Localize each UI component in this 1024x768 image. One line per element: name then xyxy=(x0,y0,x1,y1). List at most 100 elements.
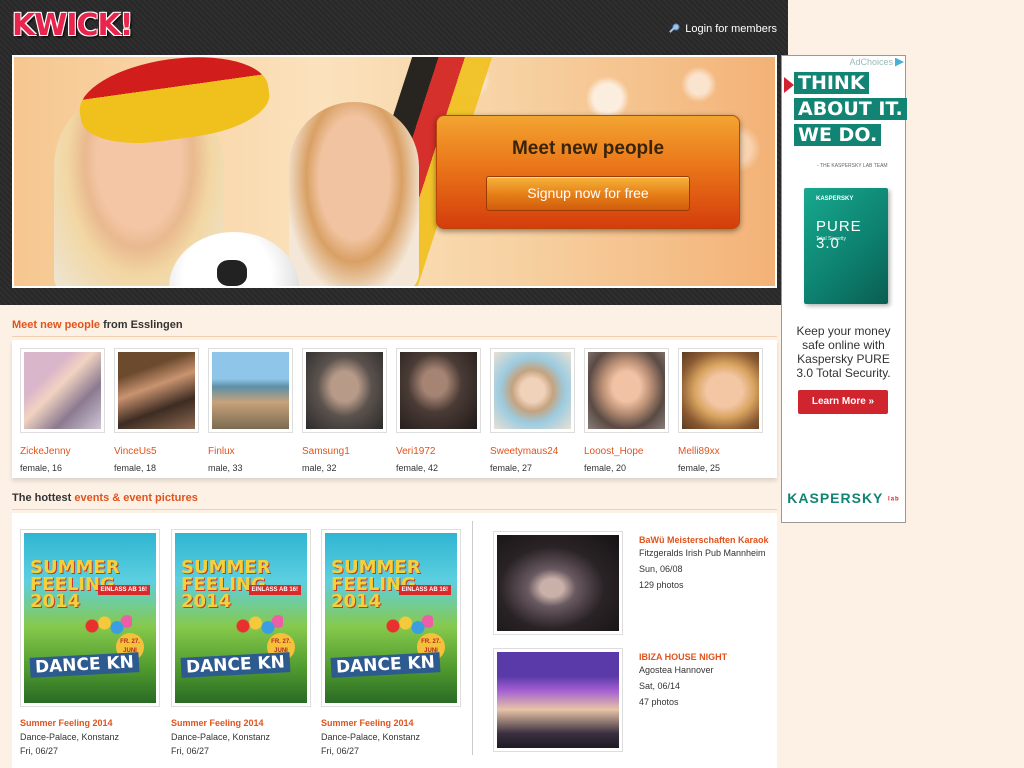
people-title-highlight: Meet new people xyxy=(12,319,101,331)
person-name[interactable]: Veri1972 xyxy=(396,446,481,457)
person-photo[interactable] xyxy=(208,348,293,433)
events-title-prefix: The hottest xyxy=(12,492,75,504)
red-arrow-icon xyxy=(784,77,794,93)
product-sub: Total Security xyxy=(816,236,847,242)
person-card[interactable]: VinceUs5 female, 18 xyxy=(114,348,199,473)
events-title-highlight: events & event pictures xyxy=(74,492,198,504)
gallery-photo-count: 129 photos xyxy=(639,580,684,590)
person-meta: female, 42 xyxy=(396,463,439,473)
login-label: Login for members xyxy=(685,23,777,35)
person-photo[interactable] xyxy=(584,348,669,433)
person-name[interactable]: Sweetymaus24 xyxy=(490,446,575,457)
person-photo[interactable] xyxy=(302,348,387,433)
gallery-photo[interactable] xyxy=(493,531,623,635)
poster-dance: DANCE KN xyxy=(29,652,140,678)
person-photo[interactable] xyxy=(114,348,199,433)
kaspersky-ad[interactable]: AdChoices THINK ABOUT IT. WE DO. - THE K… xyxy=(781,55,907,523)
person-name[interactable]: ZickeJenny xyxy=(20,446,105,457)
hero-title: Meet new people xyxy=(511,138,665,159)
person-card[interactable]: Veri1972 female, 42 xyxy=(396,348,481,473)
poster-badge: EINLASS AB 16! xyxy=(248,585,301,595)
main-column: KWICK! Login for members Meet new people… xyxy=(0,0,788,768)
event-poster-image: SUMMER FEELING 2014 EINLASS AB 16! FR. 2… xyxy=(325,533,457,703)
gallery-card[interactable]: BaWü Meisterschaften Karaoke Fitzgeralds… xyxy=(493,531,769,637)
people-section-title: Meet new people from Esslingen xyxy=(12,319,183,331)
person-name[interactable]: Melli89xx xyxy=(678,446,763,457)
person-meta: female, 20 xyxy=(584,463,627,473)
event-date: Fri, 06/27 xyxy=(321,746,360,756)
event-card[interactable]: SUMMER FEELING 2014 EINLASS AB 16! FR. 2… xyxy=(20,529,160,756)
gallery-photo[interactable] xyxy=(493,648,623,752)
people-list: ZickeJenny female, 16 VinceUs5 female, 1… xyxy=(12,340,777,478)
event-title[interactable]: Summer Feeling 2014 xyxy=(321,718,461,728)
gallery-card[interactable]: IBIZA HOUSE NIGHT Agostea Hannover Sat, … xyxy=(493,648,768,754)
ad-copy: Keep your money safe online with Kaspers… xyxy=(796,324,891,380)
kaspersky-logo-text: KASPERSKY xyxy=(787,490,884,506)
person-photo[interactable] xyxy=(20,348,105,433)
kwick-logo[interactable]: KWICK! xyxy=(12,8,133,43)
gallery-title[interactable]: BaWü Meisterschaften Karaoke xyxy=(639,535,769,545)
person-name[interactable]: Finlux xyxy=(208,446,293,457)
event-poster-image: SUMMER FEELING 2014 EINLASS AB 16! FR. 2… xyxy=(175,533,307,703)
person-name[interactable]: Samsung1 xyxy=(302,446,387,457)
people-title-rest: from Esslingen xyxy=(100,319,183,331)
product-box-image: KASPERSKY PURE 3.0 Total Security xyxy=(804,188,888,304)
learn-more-button[interactable]: Learn More » xyxy=(798,390,888,414)
gallery-title[interactable]: IBIZA HOUSE NIGHT xyxy=(639,652,769,662)
person-meta: female, 27 xyxy=(490,463,533,473)
gallery-date: Sat, 06/14 xyxy=(639,681,681,691)
signup-button[interactable]: Signup now for free xyxy=(486,176,690,211)
login-link[interactable]: Login for members xyxy=(668,23,777,35)
kaspersky-logo-lab: lab xyxy=(888,496,900,503)
poster-dance: DANCE KN xyxy=(330,652,441,678)
event-poster[interactable]: SUMMER FEELING 2014 EINLASS AB 16! FR. 2… xyxy=(171,529,311,707)
person-photo[interactable] xyxy=(396,348,481,433)
event-date: Fri, 06/27 xyxy=(20,746,59,756)
gallery-info: BaWü Meisterschaften Karaoke Fitzgeralds… xyxy=(639,535,769,590)
person-meta: female, 25 xyxy=(678,463,721,473)
event-card[interactable]: SUMMER FEELING 2014 EINLASS AB 16! FR. 2… xyxy=(321,529,461,756)
divider xyxy=(12,336,777,337)
divider xyxy=(12,509,777,510)
event-venue: Dance-Palace, Konstanz xyxy=(20,732,120,742)
poster-badge: EINLASS AB 16! xyxy=(398,585,451,595)
product-name: PURE 3.0 xyxy=(816,218,862,252)
event-date: Fri, 06/27 xyxy=(171,746,210,756)
events-section-title: The hottest events & event pictures xyxy=(12,492,198,504)
adchoices-icon xyxy=(895,57,904,67)
person-meta: female, 16 xyxy=(20,463,63,473)
events-list: SUMMER FEELING 2014 EINLASS AB 16! FR. 2… xyxy=(12,513,777,768)
ad-headline-line: THINK xyxy=(794,72,869,94)
person-card[interactable]: Melli89xx female, 25 xyxy=(678,348,763,473)
gallery-venue: Agostea Hannover xyxy=(639,665,714,675)
person-card[interactable]: Finlux male, 33 xyxy=(208,348,293,473)
person-card[interactable]: Samsung1 male, 32 xyxy=(302,348,387,473)
person-photo[interactable] xyxy=(678,348,763,433)
ad-headline-line: WE DO. xyxy=(794,124,882,146)
event-poster-image: SUMMER FEELING 2014 EINLASS AB 16! FR. 2… xyxy=(24,533,156,703)
person-card[interactable]: ZickeJenny female, 16 xyxy=(20,348,105,473)
hero-banner: Meet new people Signup now for free xyxy=(12,55,777,288)
event-venue: Dance-Palace, Konstanz xyxy=(321,732,421,742)
event-venue: Dance-Palace, Konstanz xyxy=(171,732,271,742)
person-meta: male, 33 xyxy=(208,463,243,473)
event-card[interactable]: SUMMER FEELING 2014 EINLASS AB 16! FR. 2… xyxy=(171,529,311,756)
person-card[interactable]: Looost_Hope female, 20 xyxy=(584,348,669,473)
signup-panel: Meet new people Signup now for free xyxy=(436,115,740,229)
event-title[interactable]: Summer Feeling 2014 xyxy=(171,718,311,728)
event-poster[interactable]: SUMMER FEELING 2014 EINLASS AB 16! FR. 2… xyxy=(321,529,461,707)
gallery-venue: Fitzgeralds Irish Pub Mannheim xyxy=(639,548,766,558)
person-meta: female, 18 xyxy=(114,463,157,473)
person-name[interactable]: VinceUs5 xyxy=(114,446,199,457)
person-name[interactable]: Looost_Hope xyxy=(584,446,669,457)
adchoices-link[interactable]: AdChoices xyxy=(849,57,904,67)
ad-headline: THINK ABOUT IT. WE DO. xyxy=(784,72,907,150)
event-poster[interactable]: SUMMER FEELING 2014 EINLASS AB 16! FR. 2… xyxy=(20,529,160,707)
adchoices-label: AdChoices xyxy=(849,57,893,67)
gallery-date: Sun, 06/08 xyxy=(639,564,683,574)
vertical-divider xyxy=(472,521,473,755)
person-photo[interactable] xyxy=(490,348,575,433)
person-card[interactable]: Sweetymaus24 female, 27 xyxy=(490,348,575,473)
person-meta: male, 32 xyxy=(302,463,337,473)
event-title[interactable]: Summer Feeling 2014 xyxy=(20,718,160,728)
